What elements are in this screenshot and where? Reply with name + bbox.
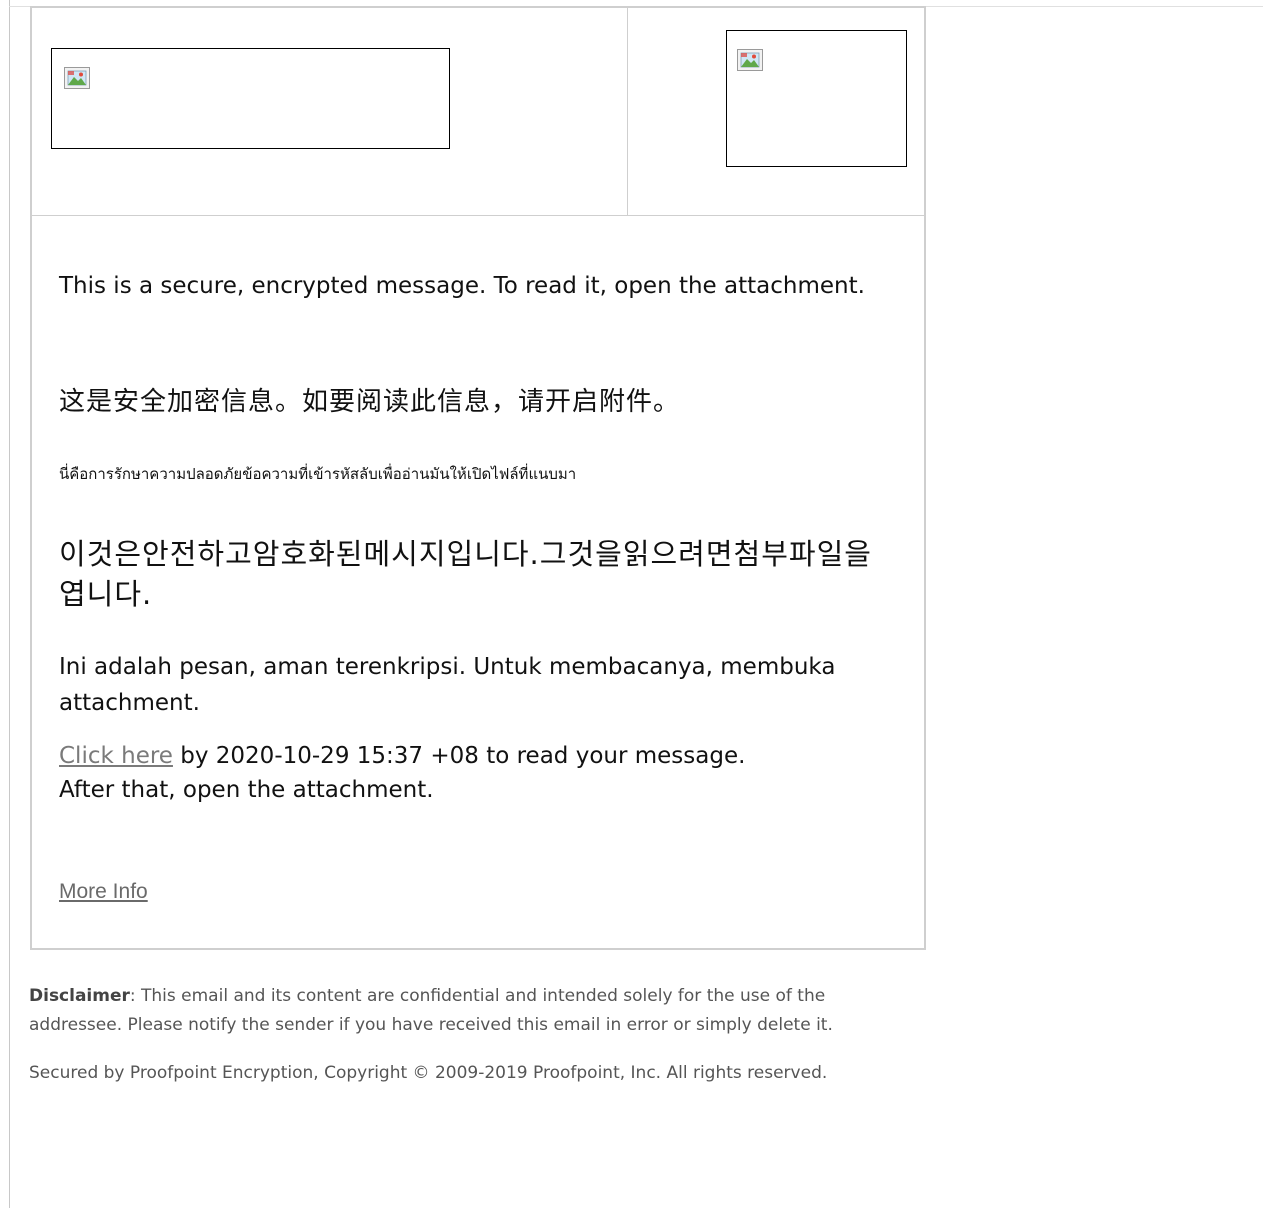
read-message-instructions: Click here by 2020-10-29 15:37 +08 to re… — [59, 739, 745, 807]
cta-followup-text: After that, open the attachment. — [59, 777, 434, 803]
left-logo-image — [51, 48, 450, 149]
disclaimer-label: Disclaimer — [29, 986, 130, 1006]
chinese-message: 这是安全加密信息。如要阅读此信息，请开启附件。 — [59, 387, 681, 417]
broken-image-icon — [64, 67, 90, 89]
disclaimer-text: : This email and its content are confide… — [29, 986, 833, 1035]
korean-message: 이것은안전하고암호화된메시지입니다.그것을읽으려면첨부파일을엽니다. — [59, 537, 872, 611]
indonesian-message: Ini adalah pesan, aman terenkripsi. Untu… — [59, 654, 836, 716]
copyright: Secured by Proofpoint Encryption, Copyri… — [29, 1063, 828, 1083]
more-info: More Info — [59, 878, 148, 906]
footer: Disclaimer: This email and its content a… — [29, 982, 909, 1107]
left-border — [9, 0, 10, 1208]
broken-image-icon — [737, 49, 763, 71]
english-message: This is a secure, encrypted message. To … — [59, 273, 865, 299]
cta-deadline-text: by 2020-10-29 15:37 +08 to read your mes… — [172, 743, 746, 769]
right-logo-image — [726, 30, 907, 167]
thai-message: นี่คือการรักษาความปลอดภัยข้อความที่เข้าร… — [59, 465, 577, 483]
more-info-link[interactable]: More Info — [59, 880, 148, 903]
click-here-link[interactable]: Click here — [59, 743, 173, 769]
header-row — [32, 8, 924, 216]
disclaimer: Disclaimer: This email and its content a… — [29, 982, 909, 1040]
message-body: This is a secure, encrypted message. To … — [59, 268, 879, 903]
header-divider — [627, 8, 628, 215]
